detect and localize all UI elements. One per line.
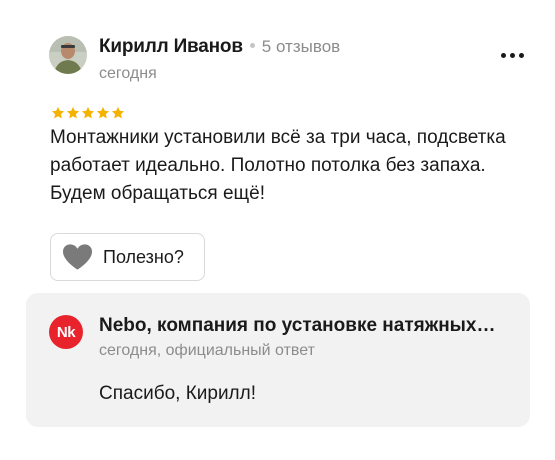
organization-logo[interactable]: Nk <box>49 315 83 349</box>
review-card: Кирилл Иванов 5 отзывов сегодня Монтажни… <box>0 0 555 460</box>
star-icon <box>96 106 110 119</box>
author-line: Кирилл Иванов 5 отзывов <box>99 36 340 62</box>
more-horizontal-icon-dot <box>518 52 524 58</box>
more-horizontal-icon <box>500 52 506 58</box>
organization-name[interactable]: Nebo, компания по установке натяжных пот… <box>99 315 499 337</box>
helpful-button[interactable]: Полезно? <box>50 233 205 281</box>
separator-dot <box>249 43 255 48</box>
organization-reply: Nk Nebo, компания по установке натяжных … <box>26 293 530 427</box>
reply-meta: сегодня, официальный ответ <box>99 342 315 359</box>
star-icon <box>111 106 125 119</box>
author-reviews-count[interactable]: 5 отзывов <box>262 37 340 57</box>
reply-text: Спасибо, Кирилл! <box>99 383 257 404</box>
star-icon <box>51 106 65 119</box>
heart-icon <box>62 244 93 270</box>
avatar[interactable] <box>49 36 87 74</box>
review-header: Кирилл Иванов 5 отзывов сегодня <box>49 34 529 86</box>
author-name[interactable]: Кирилл Иванов <box>99 36 243 58</box>
helpful-label: Полезно? <box>103 246 184 267</box>
star-icon <box>66 106 80 119</box>
review-date: сегодня <box>99 65 157 82</box>
star-rating <box>51 106 125 120</box>
review-text: Монтажники установили всё за три часа, п… <box>50 127 506 204</box>
more-horizontal-icon-dot <box>509 52 515 58</box>
organization-logo-text: Nk <box>56 323 76 341</box>
more-options-button[interactable] <box>495 42 529 68</box>
star-icon <box>81 106 95 119</box>
